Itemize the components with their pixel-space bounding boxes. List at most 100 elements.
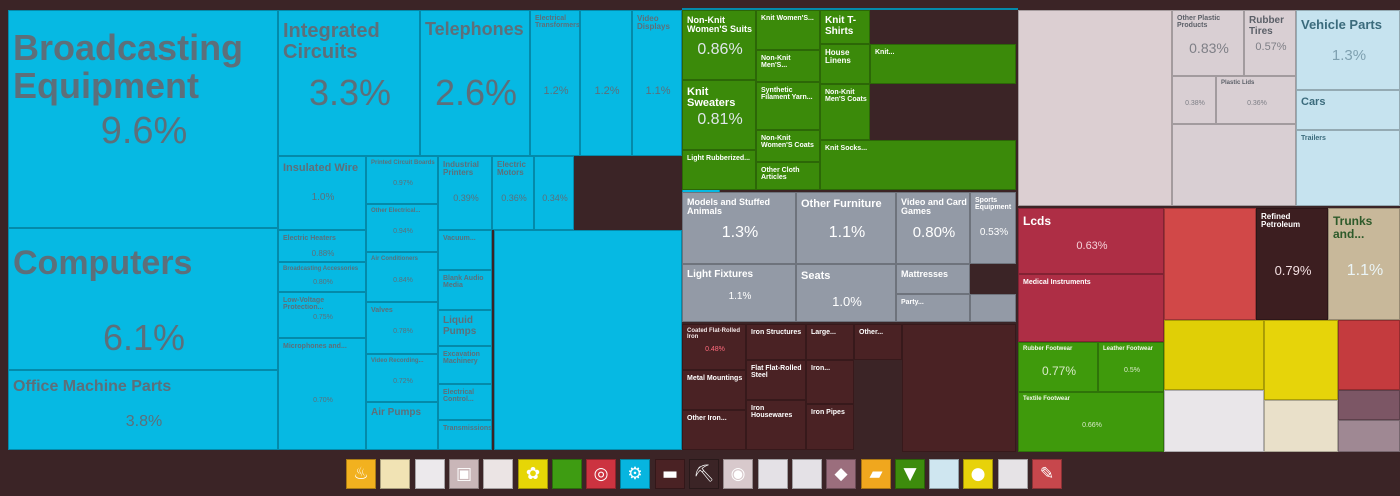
treemap-cell-mattresses[interactable]: Mattresses (896, 264, 970, 294)
textiles-icon[interactable]: ▼ (895, 459, 925, 489)
hides-icon[interactable]: ◉ (723, 459, 753, 489)
pickaxe-icon[interactable]: ⛏ (689, 459, 719, 489)
vegetable-products-icon[interactable] (380, 459, 410, 489)
treemap-cell-iron[interactable]: Iron... (806, 360, 854, 404)
instruments-icon[interactable]: ◎ (586, 459, 616, 489)
treemap-cell-coated-flat-rolled-iron[interactable]: Coated Flat-Rolled Iron 0.48% (682, 324, 746, 370)
treemap-cell-electric-heaters[interactable]: Electric Heaters 0.88% (278, 230, 366, 262)
animal-products-icon[interactable]: ♨ (346, 459, 376, 489)
treemap-cell-sports-equipment[interactable]: Sports Equipment 0.53% (970, 192, 1016, 264)
treemap-cell-label: Coated Flat-Rolled Iron (687, 328, 741, 341)
treemap-cell-value: 0.80% (912, 224, 956, 242)
treemap-cell-microphones-and[interactable]: Microphones and... 0.70% (278, 338, 366, 450)
treemap-cell-iron-pipes[interactable]: Iron Pipes (806, 404, 854, 450)
treemap-cell-knit-t-shirts[interactable]: Knit T-Shirts (820, 10, 870, 44)
treemap-cell-plastic-lids[interactable]: Plastic Lids 0.36% (1216, 76, 1296, 124)
treemap-cell-trailers[interactable]: Trailers (1296, 130, 1400, 206)
gem-icon[interactable]: ◆ (826, 459, 856, 489)
treemap-cell-other[interactable]: Other... (854, 324, 902, 360)
treemap-cell-non-knit-men-s[interactable]: Non-Knit Men'S... (756, 50, 820, 82)
treemap-cell-electric-motors[interactable]: Electric Motors 0.36% (492, 156, 534, 230)
transport-icon[interactable] (929, 459, 959, 489)
treemap-cell-large[interactable]: Large... (806, 324, 854, 360)
machines-icon[interactable]: ⚙ (620, 459, 650, 489)
treemap-cell-vacuum[interactable]: Vacuum... (438, 230, 492, 270)
treemap-cell-other-furniture[interactable]: Other Furniture 1.1% (796, 192, 896, 264)
treemap-cell-non-knit-women-s-suits[interactable]: Non-Knit Women'S Suits 0.86% (682, 10, 756, 80)
miscellaneous-icon[interactable]: ✎ (1032, 459, 1062, 489)
treemap-cell-non-knit-men-s-coats[interactable]: Non-Knit Men'S Coats (820, 84, 870, 140)
treemap-cell-insulated-wire[interactable]: Insulated Wire 1.0% (278, 156, 366, 230)
treemap-cell-industrial-printers[interactable]: Industrial Printers 0.39% (438, 156, 492, 230)
treemap-cell-broadcasting-equipment[interactable]: Broadcasting Equipment 9.6% (8, 10, 278, 228)
treemap-cell-models-and-stuffed-animals[interactable]: Models and Stuffed Animals 1.3% (682, 192, 796, 264)
foodstuffs-icon[interactable]: ▣ (449, 459, 479, 489)
treemap-cell-seats[interactable]: Seats 1.0% (796, 264, 896, 322)
chemical-products-icon[interactable]: ✿ (518, 459, 548, 489)
treemap-cell-transmissions[interactable]: Transmissions (438, 420, 492, 450)
animal-vegetable-fats-icon[interactable] (415, 459, 445, 489)
treemap-cell-video-and-card-games[interactable]: Video and Card Games 0.80% (896, 192, 970, 264)
treemap-cell-valves[interactable]: Valves 0.78% (366, 302, 438, 354)
treemap-cell-medical-instruments[interactable]: Medical Instruments (1018, 274, 1164, 342)
treemap-cell-vehicle-parts[interactable]: Vehicle Parts 1.3% (1296, 10, 1400, 90)
treemap-cell-metal-mountings[interactable]: Metal Mountings (682, 370, 746, 410)
treemap-cell-office-machine-parts[interactable]: Office Machine Parts 3.8% (8, 370, 278, 450)
treemap-cell-leather-footwear[interactable]: Leather Footwear 0.5% (1098, 342, 1164, 392)
treemap-cell-other-electrical[interactable]: Other Electrical... 0.94% (366, 204, 438, 252)
footwear-icon[interactable] (552, 459, 582, 489)
treemap-cell-blank-audio-media[interactable]: Blank Audio Media (438, 270, 492, 310)
mineral-products-icon[interactable] (483, 459, 513, 489)
precious-metals-icon[interactable] (758, 459, 788, 489)
treemap-cell-house-linens[interactable]: House Linens (820, 44, 870, 84)
metals-icon[interactable]: ▬ (655, 459, 685, 489)
plastics-icon[interactable]: ▰ (861, 459, 891, 489)
treemap-cell-computers[interactable]: Computers 6.1% (8, 228, 278, 370)
treemap-cell-other-iron[interactable]: Other Iron... (682, 410, 746, 450)
treemap-cell-excavation-machinery[interactable]: Excavation Machinery (438, 346, 492, 384)
treemap-cell-knit-sweaters[interactable]: Knit Sweaters 0.81% (682, 80, 756, 150)
treemap-cell-synthetic-filament-yarn[interactable]: Synthetic Filament Yarn... (756, 82, 820, 130)
treemap-cell-item-21[interactable]: 0.34% (534, 156, 574, 230)
paper-icon[interactable] (998, 459, 1028, 489)
treemap-cell-low-voltage-protection[interactable]: Low-Voltage Protection... 0.75% (278, 292, 366, 338)
treemap-cell-non-knit-women-s-coats[interactable]: Non-Knit Women'S Coats (756, 130, 820, 162)
treemap-cell-knit[interactable]: Knit... (870, 44, 1016, 84)
treemap-cell-cars[interactable]: Cars (1296, 90, 1400, 130)
treemap-cell-telephones[interactable]: Telephones 2.6% (420, 10, 530, 156)
treemap-cell-item-62[interactable]: 0.38% (1172, 76, 1216, 124)
treemap-cell-light-rubberized[interactable]: Light Rubberized... (682, 150, 756, 190)
treemap-cell-broadcasting-accessories[interactable]: Broadcasting Accessories 0.80% (278, 262, 366, 292)
treemap-cell-electrical-transformers[interactable]: Electrical Transformers 1.2% (530, 10, 580, 156)
treemap-cell-item-6[interactable]: 1.2% (580, 10, 632, 156)
treemap-cell-flat-flat-rolled-steel[interactable]: Flat Flat-Rolled Steel (746, 360, 806, 400)
treemap-cell-lcds[interactable]: Lcds 0.63% (1018, 208, 1164, 274)
treemap-cell-video-displays[interactable]: Video Displays 1.1% (632, 10, 682, 156)
treemap-cell-party[interactable]: Party... (896, 294, 970, 322)
treemap-cell-knit-women-s[interactable]: Knit Women'S... (756, 10, 820, 50)
treemap-cell-air-pumps[interactable]: Air Pumps (366, 402, 438, 450)
treemap-cell-iron-structures[interactable]: Iron Structures (746, 324, 806, 360)
treemap-cell-rubber-footwear[interactable]: Rubber Footwear 0.77% (1018, 342, 1098, 392)
treemap-cell-light-fixtures[interactable]: Light Fixtures 1.1% (682, 264, 796, 322)
treemap-cell-trunks-and[interactable]: Trunks and... 1.1% (1328, 208, 1400, 320)
weapons-icon[interactable]: ● (963, 459, 993, 489)
treemap-cell-refined-petroleum[interactable]: Refined Petroleum 0.79% (1256, 208, 1328, 320)
treemap-cell-liquid-pumps[interactable]: Liquid Pumps (438, 310, 492, 346)
treemap-cell-rubber-tires[interactable]: Rubber Tires 0.57% (1244, 10, 1296, 76)
treemap-filler-cell (494, 230, 682, 450)
treemap-cell-electrical-control[interactable]: Electrical Control... (438, 384, 492, 420)
treemap-cell-label: Microphones and... (283, 342, 347, 350)
treemap-cell-iron-housewares[interactable]: Iron Housewares (746, 400, 806, 450)
treemap-cell-textile-footwear[interactable]: Textile Footwear 0.66% (1018, 392, 1164, 452)
treemap-cell-value: 9.6% (100, 110, 188, 152)
treemap-cell-label: Rubber Footwear (1023, 346, 1073, 352)
treemap-cell-air-conditioners[interactable]: Air Conditioners 0.84% (366, 252, 438, 302)
treemap-cell-printed-circuit-boards[interactable]: Printed Circuit Boards 0.97% (366, 156, 438, 204)
treemap-cell-other-plastic-products[interactable]: Other Plastic Products 0.83% (1172, 10, 1244, 76)
treemap-cell-video-recording[interactable]: Video Recording... 0.72% (366, 354, 438, 402)
treemap-cell-knit-socks[interactable]: Knit Socks... (820, 140, 1016, 190)
treemap-cell-integrated-circuits[interactable]: Integrated Circuits 3.3% (278, 10, 420, 156)
treemap-cell-other-cloth-articles[interactable]: Other Cloth Articles (756, 162, 820, 190)
stone-glass-icon[interactable] (792, 459, 822, 489)
